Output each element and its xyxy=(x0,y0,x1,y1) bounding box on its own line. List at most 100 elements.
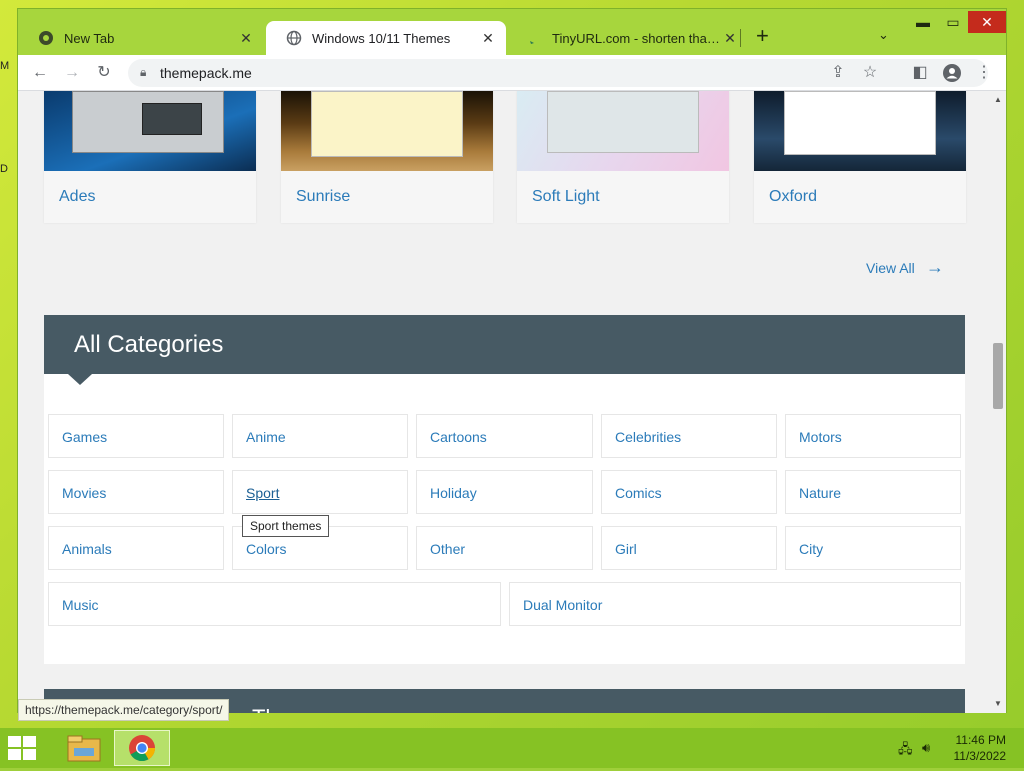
menu-kebab-icon[interactable]: ⋮ xyxy=(974,63,994,83)
side-panel-icon[interactable]: ◧ xyxy=(910,63,930,83)
tab-windows-themes[interactable]: Windows 10/11 Themes ✕ xyxy=(266,21,506,55)
windows-start-icon[interactable] xyxy=(8,736,38,760)
category-dual-monitor[interactable]: Dual Monitor xyxy=(509,582,961,626)
header-notch xyxy=(68,374,92,385)
category-label[interactable]: City xyxy=(799,541,823,557)
page-viewport: Ades Sunrise Soft Light Oxford View All … xyxy=(18,91,990,713)
category-city[interactable]: City xyxy=(785,526,961,570)
category-motors[interactable]: Motors xyxy=(785,414,961,458)
back-arrow-icon[interactable]: ← xyxy=(30,63,50,83)
category-label[interactable]: Girl xyxy=(615,541,637,557)
tab-tinyurl[interactable]: TinyURL.com - shorten that long ✕ xyxy=(508,21,748,55)
theme-name[interactable]: Oxford xyxy=(769,188,817,206)
network-icon[interactable]: 🖧︎ xyxy=(898,740,913,762)
maximize-button[interactable]: ▭ xyxy=(938,11,968,33)
close-icon[interactable]: ✕ xyxy=(238,30,254,47)
category-label[interactable]: Cartoons xyxy=(430,429,487,445)
tab-new-tab[interactable]: New Tab ✕ xyxy=(18,21,264,55)
tab-search-chevron-icon[interactable]: ⌄ xyxy=(878,27,889,43)
theme-name[interactable]: Soft Light xyxy=(532,188,600,206)
category-girl[interactable]: Girl xyxy=(601,526,777,570)
category-sport[interactable]: Sport xyxy=(232,470,408,514)
theme-thumbnail xyxy=(517,91,729,171)
category-label[interactable]: Nature xyxy=(799,485,841,501)
section-title: e Themes xyxy=(234,705,331,713)
category-comics[interactable]: Comics xyxy=(601,470,777,514)
forward-arrow-icon[interactable]: → xyxy=(62,63,82,83)
category-movies[interactable]: Movies xyxy=(48,470,224,514)
category-label[interactable]: Holiday xyxy=(430,485,477,501)
category-label[interactable]: Music xyxy=(62,597,99,613)
share-icon[interactable]: ⇪ xyxy=(828,63,848,83)
theme-card-ades[interactable]: Ades xyxy=(44,91,256,223)
volume-icon[interactable]: 🔊︎ xyxy=(922,740,930,756)
globe-icon xyxy=(286,30,302,46)
category-games[interactable]: Games xyxy=(48,414,224,458)
view-all-link[interactable]: View All xyxy=(866,260,915,276)
clock-date: 11/3/2022 xyxy=(953,749,1007,763)
category-animals[interactable]: Animals xyxy=(48,526,224,570)
lock-icon: 🔒︎ xyxy=(140,65,147,79)
system-clock[interactable]: 11:46 PM 11/3/2022 xyxy=(948,732,1007,764)
chrome-icon xyxy=(39,31,53,45)
category-label[interactable]: Celebrities xyxy=(615,429,681,445)
close-icon[interactable]: ✕ xyxy=(480,30,496,47)
scroll-up-arrow-icon[interactable]: ▲ xyxy=(990,95,1006,104)
url-text: themepack.me xyxy=(160,65,252,81)
category-celebrities[interactable]: Celebrities xyxy=(601,414,777,458)
bookmark-star-icon[interactable]: ☆ xyxy=(860,63,880,83)
close-icon[interactable]: ✕ xyxy=(722,30,738,47)
theme-card-oxford[interactable]: Oxford xyxy=(754,91,966,223)
tab-title: TinyURL.com - shorten that long xyxy=(552,30,722,46)
address-bar[interactable]: 🔒︎ themepack.me ⇪ ☆ xyxy=(128,59,988,87)
theme-thumbnail xyxy=(281,91,493,171)
tinyurl-icon xyxy=(530,41,534,44)
arrow-right-icon[interactable]: → xyxy=(926,257,944,278)
tab-bar: New Tab ✕ Windows 10/11 Themes ✕ TinyURL… xyxy=(18,9,1006,55)
category-cartoons[interactable]: Cartoons xyxy=(416,414,593,458)
reload-icon[interactable]: ↻ xyxy=(94,63,114,83)
category-label[interactable]: Sport xyxy=(246,485,279,501)
categories-panel: All Categories Games Anime Cartoons Cele… xyxy=(44,315,965,664)
browser-toolbar: ← → ↻ 🔒︎ themepack.me ⇪ ☆ ◧ ⋮ xyxy=(18,55,1006,91)
theme-card-sunrise[interactable]: Sunrise xyxy=(281,91,493,223)
tab-separator xyxy=(740,29,741,47)
tab-title: Windows 10/11 Themes xyxy=(312,30,451,46)
category-label[interactable]: Dual Monitor xyxy=(523,597,602,613)
desktop-edge-glyph: M xyxy=(0,60,10,72)
category-other[interactable]: Other xyxy=(416,526,593,570)
chrome-taskbar-icon[interactable] xyxy=(114,730,170,766)
category-label[interactable]: Colors xyxy=(246,541,286,557)
file-explorer-icon[interactable] xyxy=(56,730,112,766)
category-label[interactable]: Anime xyxy=(246,429,286,445)
category-label[interactable]: Movies xyxy=(62,485,106,501)
category-label[interactable]: Comics xyxy=(615,485,662,501)
category-holiday[interactable]: Holiday xyxy=(416,470,593,514)
taskbar: 🖧︎ 🔊︎ 11:46 PM 11/3/2022 xyxy=(0,728,1024,768)
profile-avatar-icon[interactable] xyxy=(942,63,962,83)
category-anime[interactable]: Anime xyxy=(232,414,408,458)
desktop-edge-glyph: D xyxy=(0,163,8,175)
scrollbar-thumb[interactable] xyxy=(993,343,1003,409)
section-title: All Categories xyxy=(74,331,224,358)
category-label[interactable]: Motors xyxy=(799,429,842,445)
close-window-button[interactable]: ✕ xyxy=(968,11,1006,33)
scroll-down-arrow-icon[interactable]: ▼ xyxy=(990,699,1006,708)
theme-card-soft-light[interactable]: Soft Light xyxy=(517,91,729,223)
theme-name[interactable]: Sunrise xyxy=(296,188,350,206)
theme-thumbnail xyxy=(44,91,256,171)
category-label[interactable]: Animals xyxy=(62,541,112,557)
tooltip: Sport themes xyxy=(242,515,330,537)
theme-name[interactable]: Ades xyxy=(59,188,95,206)
minimize-button[interactable]: ▬ xyxy=(908,11,938,33)
category-label[interactable]: Other xyxy=(430,541,465,557)
category-music[interactable]: Music xyxy=(48,582,501,626)
page-scrollbar[interactable]: ▲ ▼ xyxy=(990,91,1006,713)
status-url-bubble: https://themepack.me/category/sport/ xyxy=(18,699,230,721)
browser-window: New Tab ✕ Windows 10/11 Themes ✕ TinyURL… xyxy=(17,8,1007,721)
category-nature[interactable]: Nature xyxy=(785,470,961,514)
new-tab-button[interactable]: + xyxy=(756,25,769,47)
category-label[interactable]: Games xyxy=(62,429,107,445)
tab-title: New Tab xyxy=(64,30,115,46)
categories-header: All Categories xyxy=(44,315,965,374)
